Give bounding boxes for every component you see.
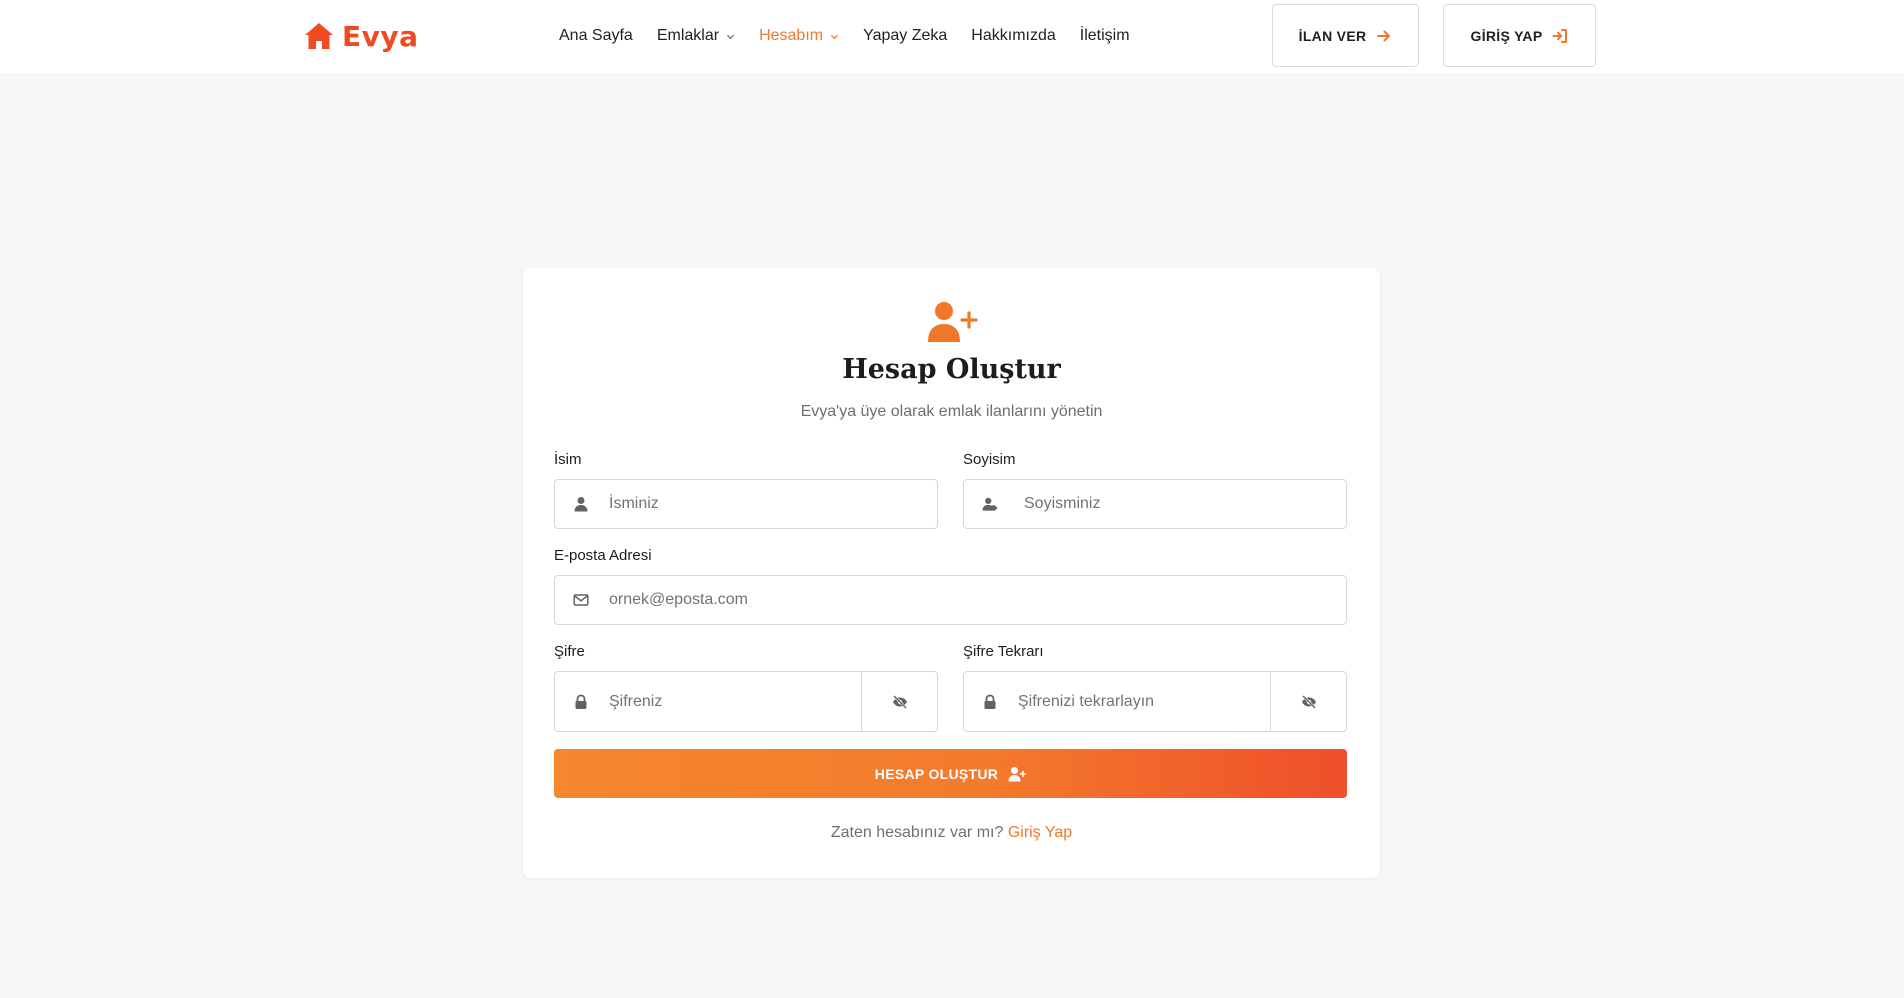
envelope-icon [555, 576, 607, 624]
toggle-password-visibility[interactable] [861, 672, 937, 731]
nav-item-yapay-zeka[interactable]: Yapay Zeka [863, 27, 947, 45]
eye-slash-icon [892, 694, 908, 710]
lock-icon [555, 672, 607, 731]
login-button[interactable]: GİRİŞ YAP [1443, 4, 1596, 67]
nav-item-label: Hesabım [759, 27, 824, 44]
nav-item-ana-sayfa[interactable]: Ana Sayfa [559, 27, 633, 45]
login-prompt: Zaten hesabınız var mı? Giriş Yap [523, 824, 1380, 842]
last-name-label: Soyisim [963, 451, 1016, 468]
nav-item-label: İletişim [1079, 27, 1130, 44]
email-label: E-posta Adresi [554, 547, 652, 564]
user-icon [555, 480, 607, 528]
create-account-label: HESAP OLUŞTUR [874, 765, 999, 782]
nav-item-hesabim[interactable]: Hesabım [759, 27, 839, 45]
toggle-password-confirm-visibility[interactable] [1270, 672, 1346, 731]
user-plus-icon [925, 300, 979, 344]
nav-item-label: Hakkımızda [971, 27, 1056, 44]
page-subtitle: Evya'ya üye olarak emlak ilanlarını yöne… [800, 403, 1103, 420]
page-title: Hesap Oluştur [842, 354, 1061, 385]
user-tag-icon [964, 480, 1016, 528]
first-name-label: İsim [554, 451, 582, 468]
user-plus-icon [1008, 766, 1027, 782]
password-confirm-label: Şifre Tekrarı [963, 643, 1044, 660]
nav-item-hakkimizda[interactable]: Hakkımızda [971, 27, 1055, 45]
email-placeholder: ornek@eposta.com [609, 591, 748, 608]
last-name-placeholder: Soyisminiz [1024, 495, 1101, 512]
nav-item-iletisim[interactable]: İletişim [1080, 27, 1130, 45]
brand-logo[interactable]: Evya [304, 18, 419, 54]
chevron-down-icon [830, 32, 839, 41]
password-placeholder: Şifreniz [609, 692, 663, 710]
nav-item-label: Ana Sayfa [559, 27, 633, 44]
first-name-field[interactable]: İsminiz [554, 479, 938, 529]
home-icon [304, 22, 334, 50]
password-confirm-field[interactable]: Şifrenizi tekrarlayın [963, 671, 1347, 732]
sign-in-icon [1552, 28, 1568, 44]
login-link[interactable]: Giriş Yap [1008, 824, 1072, 841]
post-listing-label: İLAN VER [1298, 27, 1367, 44]
last-name-field[interactable]: Soyisminiz [963, 479, 1347, 529]
brand-name: Evya [342, 19, 419, 53]
create-account-button[interactable]: HESAP OLUŞTUR [554, 749, 1347, 798]
nav-item-label: Emlaklar [656, 27, 720, 44]
top-navbar: Evya Ana Sayfa Emlaklar Hesabım Yapay Ze… [0, 0, 1904, 73]
chevron-down-icon [726, 32, 735, 41]
login-prompt-text: Zaten hesabınız var mı? [830, 824, 1004, 841]
password-confirm-placeholder: Şifrenizi tekrarlayın [1018, 692, 1155, 710]
lock-icon [964, 672, 1016, 731]
nav-item-label: Yapay Zeka [863, 27, 948, 44]
post-listing-button[interactable]: İLAN VER [1272, 4, 1419, 67]
nav-item-emlaklar[interactable]: Emlaklar [657, 27, 735, 45]
arrow-right-icon [1376, 28, 1392, 44]
login-label: GİRİŞ YAP [1470, 27, 1543, 44]
email-field[interactable]: ornek@eposta.com [554, 575, 1347, 625]
main-nav: Ana Sayfa Emlaklar Hesabım Yapay Zeka Ha… [559, 24, 1154, 48]
password-field[interactable]: Şifreniz [554, 671, 938, 732]
eye-slash-icon [1301, 694, 1317, 710]
password-label: Şifre [554, 643, 585, 660]
first-name-placeholder: İsminiz [609, 495, 659, 512]
register-card: Hesap Oluştur Evya'ya üye olarak emlak i… [523, 268, 1380, 878]
